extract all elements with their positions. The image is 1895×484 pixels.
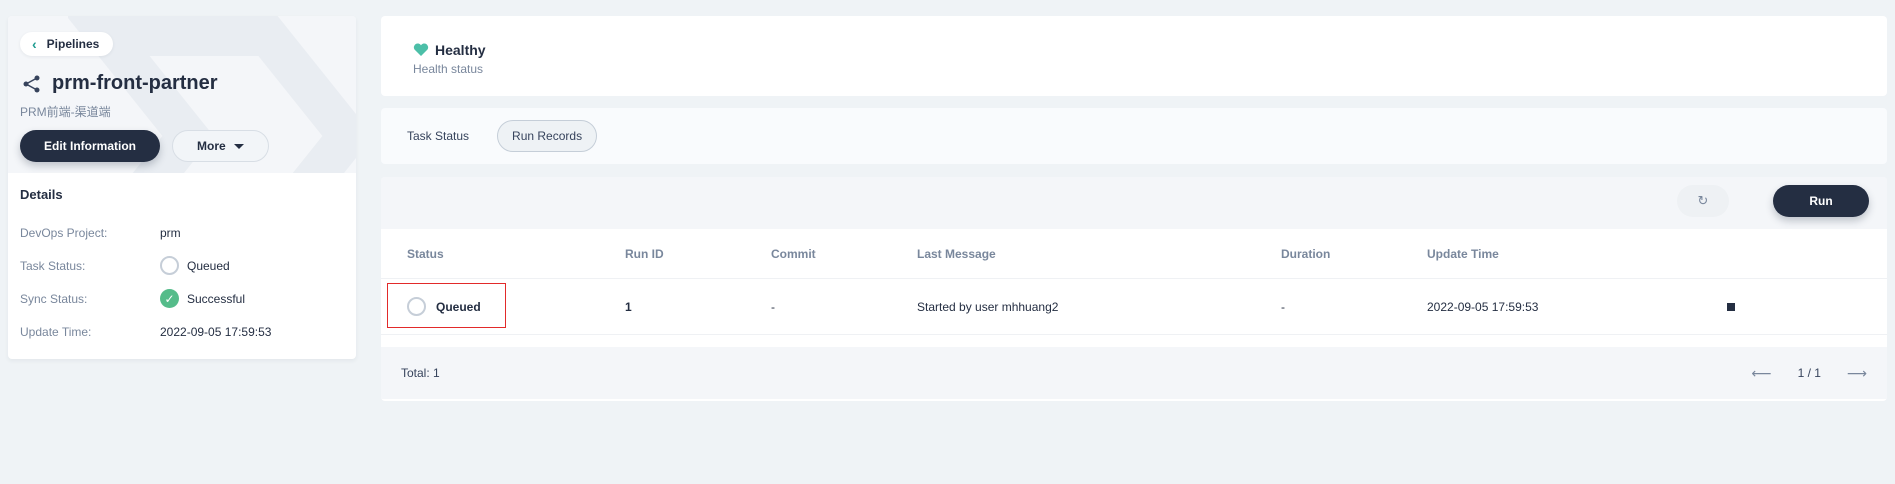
pipeline-title-row: prm-front-partner — [22, 72, 344, 95]
run-records-card: ↻ Run Status Run ID Commit Last Message … — [381, 177, 1887, 401]
row-commit: - — [771, 299, 775, 314]
detail-row-devops-project: DevOps Project: prm — [20, 216, 344, 249]
detail-row-update-time: Update Time: 2022-09-05 17:59:53 — [20, 315, 344, 348]
detail-value: 2022-09-05 17:59:53 — [160, 324, 272, 339]
page-indicator: 1 / 1 — [1797, 366, 1821, 380]
table-footer: Total: 1 ⟵ 1 / 1 ⟶ — [381, 347, 1887, 399]
row-last-message: Started by user mhhuang2 — [917, 299, 1059, 314]
pagination: ⟵ 1 / 1 ⟶ — [1751, 365, 1867, 382]
stop-icon[interactable] — [1727, 302, 1735, 311]
row-run-id[interactable]: 1 — [625, 300, 771, 314]
total-count: Total: 1 — [401, 366, 440, 380]
more-label: More — [197, 139, 226, 153]
detail-key: Task Status: — [20, 258, 86, 273]
prev-page-icon[interactable]: ⟵ — [1751, 365, 1771, 382]
health-status-card: Healthy Health status — [381, 16, 1887, 96]
row-update-time: 2022-09-05 17:59:53 — [1427, 299, 1539, 314]
heart-icon — [413, 43, 429, 56]
details-title: Details — [20, 187, 63, 202]
row-status-label: Queued — [436, 299, 481, 314]
back-label: Pipelines — [46, 37, 100, 51]
queued-status-icon — [160, 256, 179, 275]
details-section: Details DevOps Project: prm Task Status:… — [8, 173, 356, 348]
back-to-pipelines-button[interactable]: ‹ Pipelines — [20, 32, 114, 56]
header-duration: Duration — [1281, 246, 1331, 261]
health-title-row: Healthy — [413, 42, 1855, 58]
header-commit: Commit — [771, 246, 816, 261]
row-status[interactable]: Queued — [407, 297, 625, 316]
detail-row-task-status: Task Status: Queued — [20, 249, 344, 282]
health-subtitle: Health status — [413, 62, 484, 76]
tab-task-status[interactable]: Task Status — [393, 120, 483, 152]
pipeline-icon — [23, 75, 40, 92]
detail-key: Sync Status: — [20, 291, 88, 306]
header-status: Status — [407, 246, 444, 261]
detail-key: DevOps Project: — [20, 225, 108, 240]
edit-information-button[interactable]: Edit Information — [20, 130, 160, 162]
tab-bar: Task Status Run Records — [381, 108, 1887, 164]
tab-run-records[interactable]: Run Records — [497, 120, 598, 152]
refresh-icon: ↻ — [1697, 193, 1709, 208]
pipeline-header: ‹ Pipelines prm-front-partner PRM前端-渠道端 … — [8, 16, 356, 173]
pipeline-description: PRM前端-渠道端 — [20, 105, 111, 119]
table-header: Status Run ID Commit Last Message Durati… — [381, 229, 1887, 279]
queued-status-icon — [407, 297, 426, 316]
more-button[interactable]: More — [172, 130, 269, 162]
next-page-icon[interactable]: ⟶ — [1847, 365, 1867, 382]
detail-value: Queued — [187, 258, 230, 273]
table-row[interactable]: Queued 1 - Started by user mhhuang2 - 20… — [381, 279, 1887, 335]
detail-value: Successful — [187, 291, 246, 306]
detail-row-sync-status: Sync Status: ✓ Successful — [20, 282, 344, 315]
row-duration: - — [1281, 299, 1285, 314]
header-update-time: Update Time — [1427, 246, 1499, 261]
action-buttons: Edit Information More — [20, 130, 344, 162]
header-run-id: Run ID — [625, 246, 664, 261]
table-toolbar: ↻ Run — [381, 177, 1887, 229]
chevron-left-icon: ‹ — [32, 36, 37, 52]
detail-key: Update Time: — [20, 324, 92, 339]
caret-down-icon — [233, 143, 244, 149]
refresh-button[interactable]: ↻ — [1677, 185, 1729, 217]
pipeline-info-card: ‹ Pipelines prm-front-partner PRM前端-渠道端 … — [8, 16, 356, 359]
detail-value: prm — [160, 225, 181, 240]
pipeline-name: prm-front-partner — [52, 72, 218, 94]
success-check-icon: ✓ — [160, 289, 179, 308]
header-last-message: Last Message — [917, 246, 996, 261]
run-button[interactable]: Run — [1773, 185, 1869, 217]
health-title: Healthy — [435, 42, 486, 58]
